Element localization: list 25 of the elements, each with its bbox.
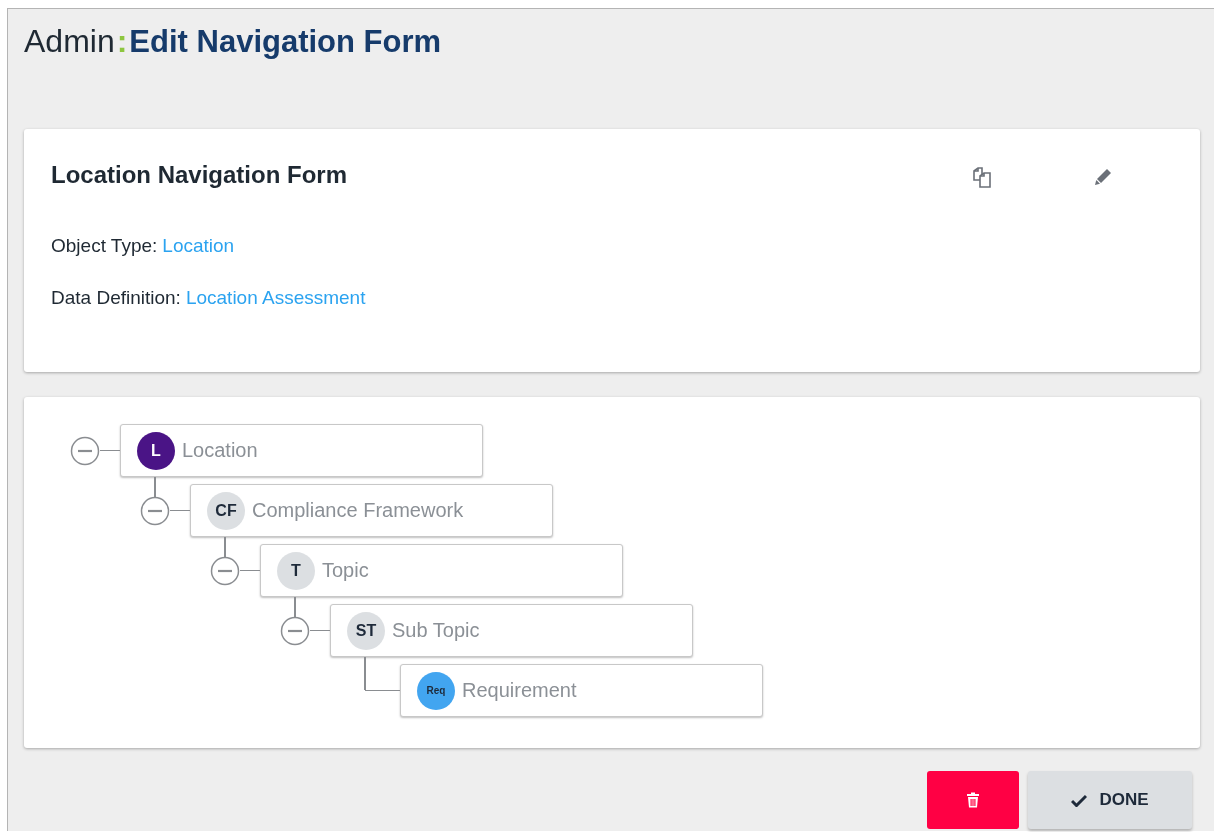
tree-node[interactable]: Req Requirement xyxy=(400,664,763,717)
field-line: Data Definition: Location Assessment xyxy=(51,287,367,309)
initials-avatar: ST xyxy=(347,611,385,650)
collapse-icon[interactable] xyxy=(280,615,310,646)
initials-avatar: L xyxy=(137,431,175,470)
trash-icon xyxy=(966,792,980,808)
pencil-icon[interactable] xyxy=(1093,167,1113,187)
copy-icon[interactable] xyxy=(971,167,993,189)
page-section: Admin xyxy=(24,23,115,60)
collapse-icon[interactable] xyxy=(70,435,100,466)
field-line: Object Type: Location xyxy=(51,235,236,257)
page-title: Edit Navigation Form xyxy=(129,24,442,60)
done-button[interactable]: DONE xyxy=(1028,771,1192,829)
tree-node[interactable]: CF Compliance Framework xyxy=(190,484,553,537)
collapse-icon[interactable] xyxy=(140,495,170,526)
form-title: Location Navigation Form xyxy=(51,161,347,189)
initials-avatar: Req xyxy=(417,671,455,710)
check-icon xyxy=(1071,793,1088,807)
collapse-icon[interactable] xyxy=(210,555,240,586)
initials-avatar: T xyxy=(277,551,315,590)
tree-node[interactable]: T Topic xyxy=(260,544,623,597)
title-separator: : xyxy=(116,23,128,60)
tree-node[interactable]: ST Sub Topic xyxy=(330,604,693,657)
initials-avatar: CF xyxy=(207,491,245,530)
tree-node[interactable]: L Location xyxy=(120,424,483,477)
